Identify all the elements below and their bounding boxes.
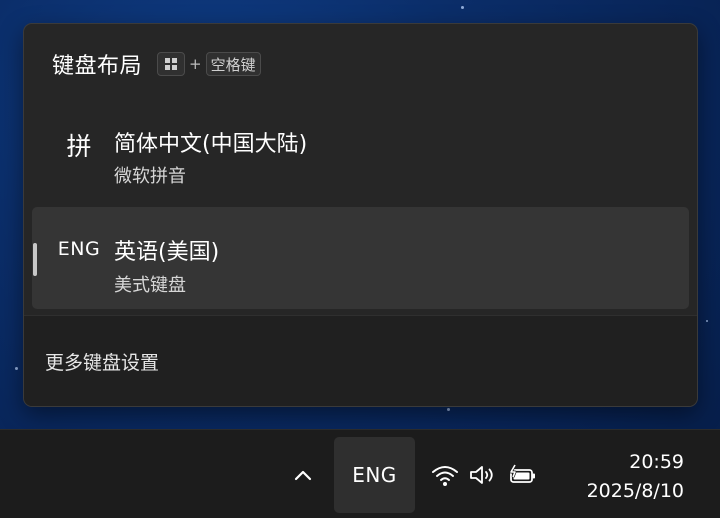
input-method-name: 微软拼音 (114, 166, 186, 187)
input-indicator-label: ENG (352, 463, 397, 487)
shortcut-hint: + 空格键 (157, 52, 261, 76)
language-name: 英语(美国) (114, 240, 220, 265)
input-indicator-button[interactable]: ENG (334, 437, 415, 513)
space-key-cap: 空格键 (205, 52, 261, 76)
wallpaper-speck (15, 367, 18, 370)
clock-button[interactable]: 20:59 2025/8/10 (587, 448, 684, 506)
wifi-icon[interactable] (428, 463, 462, 487)
windows-logo-icon (165, 58, 178, 70)
language-code-badge: 拼 (66, 132, 92, 161)
flyout-footer: 更多键盘设置 (24, 315, 697, 406)
battery-charging-icon[interactable] (504, 463, 540, 487)
windows-key-cap (157, 52, 186, 76)
taskbar: ENG 20:59 2025/8/10 (0, 429, 720, 518)
wallpaper-speck (706, 320, 708, 322)
flyout-header: 键盘布局 + 空格键 (52, 50, 261, 79)
flyout-title: 键盘布局 (52, 54, 143, 79)
input-method-name: 美式键盘 (114, 275, 186, 296)
language-code-badge: ENG (57, 238, 101, 260)
language-item-english[interactable]: ENG 英语(美国) 美式键盘 (32, 207, 689, 309)
language-item-chinese[interactable]: 拼 简体中文(中国大陆) 微软拼音 (32, 104, 689, 206)
shortcut-plus: + (189, 55, 202, 73)
system-tray-icons[interactable] (428, 460, 540, 490)
wallpaper-speck (461, 6, 464, 9)
clock-date: 2025/8/10 (586, 480, 684, 502)
show-hidden-icons-button[interactable] (288, 460, 318, 490)
keyboard-layout-flyout: 键盘布局 + 空格键 拼 简体中文(中国大陆) 微软拼音 ENG 英语(美国) … (23, 23, 698, 407)
selection-indicator (33, 243, 37, 276)
clock-time: 20:59 (629, 451, 684, 473)
wallpaper-speck (447, 408, 450, 411)
chevron-up-icon (294, 470, 312, 481)
more-keyboard-settings-link[interactable]: 更多键盘设置 (45, 348, 159, 375)
speaker-icon[interactable] (462, 463, 504, 487)
language-name: 简体中文(中国大陆) (114, 132, 308, 157)
